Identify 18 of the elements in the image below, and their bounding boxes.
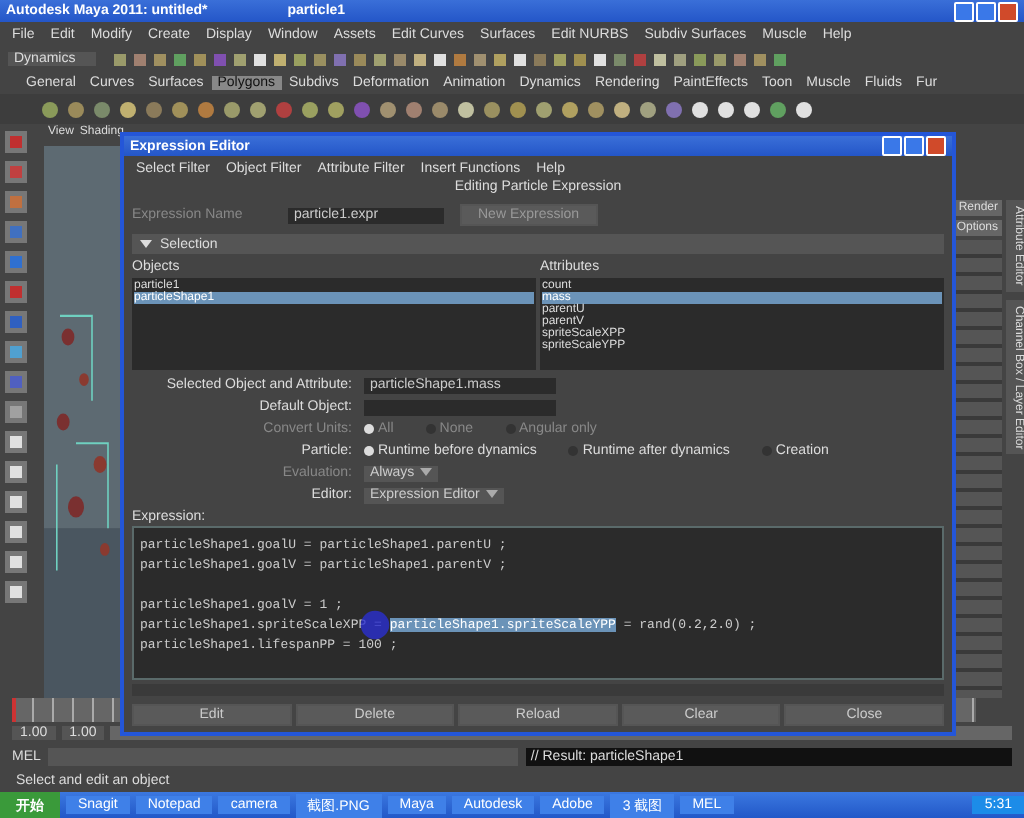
tool-icon[interactable] xyxy=(4,580,28,604)
minimize-button[interactable] xyxy=(882,136,902,156)
close-button[interactable] xyxy=(926,136,946,156)
minimize-button[interactable] xyxy=(954,1,974,21)
close-button[interactable] xyxy=(998,1,1018,21)
caret-icon xyxy=(420,467,433,475)
tool-icon[interactable] xyxy=(4,550,28,574)
maximize-button[interactable] xyxy=(904,136,924,156)
tool-icon[interactable] xyxy=(4,430,28,454)
tool-icon[interactable] xyxy=(4,490,28,514)
maximize-button[interactable] xyxy=(976,1,996,21)
caret-icon xyxy=(485,489,498,497)
tool-icon[interactable] xyxy=(4,520,28,544)
tool-icon[interactable] xyxy=(4,400,28,424)
tool-icon[interactable] xyxy=(4,460,28,484)
tool-icon[interactable] xyxy=(4,340,28,364)
text-field[interactable] xyxy=(364,399,556,415)
expression-editor-field[interactable] xyxy=(132,526,944,680)
